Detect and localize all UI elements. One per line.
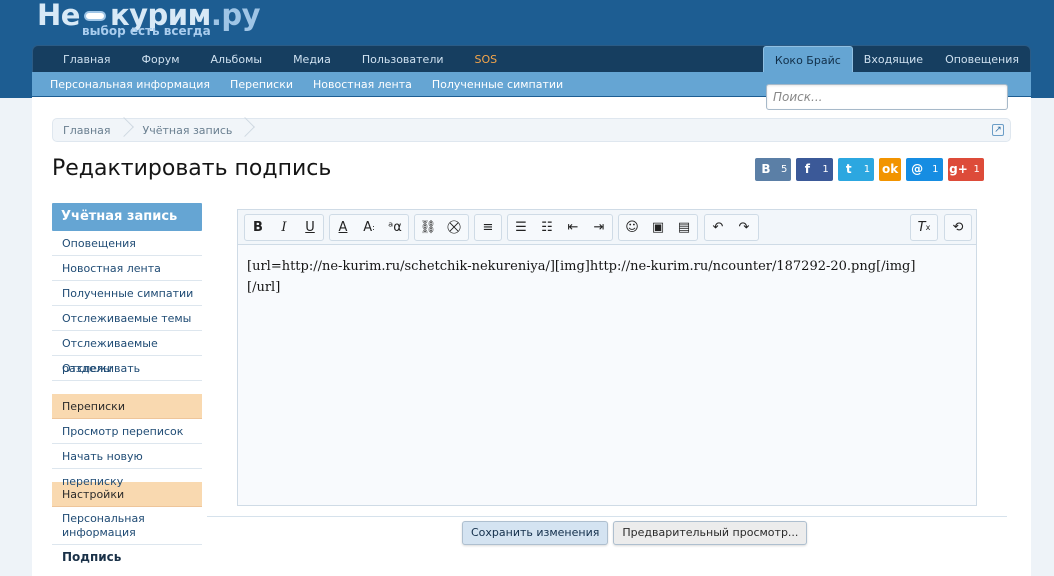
italic-icon[interactable]: I — [271, 215, 297, 240]
sidebar-item-watched-forums[interactable]: Отслеживаемые разделы — [52, 331, 202, 375]
mailru-icon: @ — [911, 162, 924, 176]
search-placeholder: Поиск... — [773, 90, 823, 104]
subnav-likes[interactable]: Полученные симпатии — [432, 78, 563, 91]
bold-icon[interactable]: B — [245, 215, 271, 240]
main-navigation: Главная Форум Альбомы Медиа Пользователи… — [32, 45, 1031, 74]
sidebar-header: Учётная запись — [52, 203, 202, 231]
googleplus-icon: g+ — [949, 162, 968, 176]
sidebar-item-new-conversation[interactable]: Начать новую переписку — [52, 444, 202, 488]
share-buttons: B5 f1 t1 ok @1 g+ 1 — [755, 158, 989, 181]
form-divider — [207, 516, 1007, 517]
subnav-conversations[interactable]: Переписки — [230, 78, 293, 91]
search-input[interactable]: Поиск... — [766, 84, 1008, 110]
account-sidebar: Учётная запись Оповещения Новостная лент… — [52, 203, 202, 576]
subnav-news-feed[interactable]: Новостная лента — [313, 78, 412, 91]
nav-tab-users[interactable]: Пользователи — [362, 53, 444, 66]
share-mailru[interactable]: @1 — [906, 158, 943, 181]
sidebar-item-signature[interactable]: Подпись — [52, 545, 202, 570]
sidebar-item-watched-threads[interactable]: Отслеживаемые темы — [52, 306, 202, 331]
font-size-icon[interactable]: A: — [356, 215, 382, 240]
redo-icon[interactable]: ↷ — [731, 215, 757, 240]
remove-format-icon[interactable]: Tx — [911, 215, 937, 240]
indent-icon[interactable]: ⇥ — [586, 215, 612, 240]
font-family-icon[interactable]: ᵃα — [382, 215, 408, 240]
vk-icon: B — [761, 162, 771, 176]
editor-toolbar: B I U A A: ᵃα ⛓ ⛒ ≡ ☰ ☷ ⇤ ⇥ ☺ ▣ ▤ ↶ ↷ T … — [238, 210, 976, 245]
nav-user-menu[interactable]: Коко Брайс — [762, 46, 853, 74]
smiley-icon[interactable]: ☺ — [619, 215, 645, 240]
nav-tab-media[interactable]: Медиа — [293, 53, 331, 66]
sidebar-item-news-feed[interactable]: Новостная лента — [52, 256, 202, 281]
share-twitter[interactable]: t1 — [837, 158, 875, 181]
cigarette-icon — [83, 10, 106, 21]
sidebar-item-likes[interactable]: Полученные симпатии — [52, 281, 202, 306]
align-left-icon[interactable]: ≡ — [475, 215, 501, 240]
sidebar-item-following[interactable]: Отслеживать — [52, 356, 202, 381]
sidebar-section-conversations: Переписки — [52, 394, 202, 419]
facebook-icon: f — [804, 162, 810, 176]
preview-button[interactable]: Предварительный просмотр... — [613, 521, 808, 545]
external-link-icon[interactable]: ↗ — [992, 124, 1004, 136]
page-title: Редактировать подпись — [52, 156, 332, 181]
media-icon[interactable]: ▤ — [671, 215, 697, 240]
image-icon[interactable]: ▣ — [645, 215, 671, 240]
nav-tab-home[interactable]: Главная — [63, 53, 111, 66]
sidebar-item-view-conversations[interactable]: Просмотр переписок — [52, 419, 202, 444]
text-color-icon[interactable]: A — [330, 215, 356, 240]
share-facebook[interactable]: f1 — [796, 158, 833, 181]
sidebar-section-settings: Настройки — [52, 482, 202, 507]
underline-icon[interactable]: U — [297, 215, 323, 240]
breadcrumb: Главная Учётная запись ↗ — [52, 118, 1011, 142]
form-buttons: Сохранить изменения Предварительный прос… — [462, 521, 812, 545]
nav-tab-forum[interactable]: Форум — [142, 53, 180, 66]
share-odnoklassniki[interactable]: ok — [879, 158, 902, 181]
breadcrumb-home[interactable]: Главная — [53, 124, 125, 137]
share-vk[interactable]: B5 — [755, 158, 792, 181]
bullet-list-icon[interactable]: ☰ — [508, 215, 534, 240]
nav-alerts[interactable]: Оповещения — [934, 46, 1030, 73]
undo-icon[interactable]: ↶ — [705, 215, 731, 240]
sidebar-item-personal-info[interactable]: Персональная информация — [52, 507, 202, 545]
nav-tab-albums[interactable]: Альбомы — [211, 53, 263, 66]
sidebar-item-alerts[interactable]: Оповещения — [52, 231, 202, 256]
twitter-icon: t — [845, 162, 852, 176]
subnav-personal-info[interactable]: Персональная информация — [50, 78, 210, 91]
toggle-bbcode-icon[interactable]: ⟲ — [945, 215, 971, 240]
numbered-list-icon[interactable]: ☷ — [534, 215, 560, 240]
breadcrumb-account[interactable]: Учётная запись — [125, 124, 247, 137]
unlink-icon[interactable]: ⛒ — [441, 215, 467, 240]
signature-editor: B I U A A: ᵃα ⛓ ⛒ ≡ ☰ ☷ ⇤ ⇥ ☺ ▣ ▤ ↶ ↷ T … — [237, 209, 977, 506]
nav-inbox[interactable]: Входящие — [853, 46, 934, 73]
link-icon[interactable]: ⛓ — [415, 215, 441, 240]
save-button[interactable]: Сохранить изменения — [462, 521, 609, 545]
odnoklassniki-icon: ok — [882, 162, 899, 176]
outdent-icon[interactable]: ⇤ — [560, 215, 586, 240]
signature-text[interactable]: [url=http://ne-kurim.ru/schetchik-nekure… — [247, 256, 947, 298]
share-googleplus[interactable]: g+ 1 — [947, 158, 984, 181]
nav-tab-sos[interactable]: SOS — [475, 53, 498, 66]
site-tagline: выбор есть всегда — [82, 24, 211, 38]
